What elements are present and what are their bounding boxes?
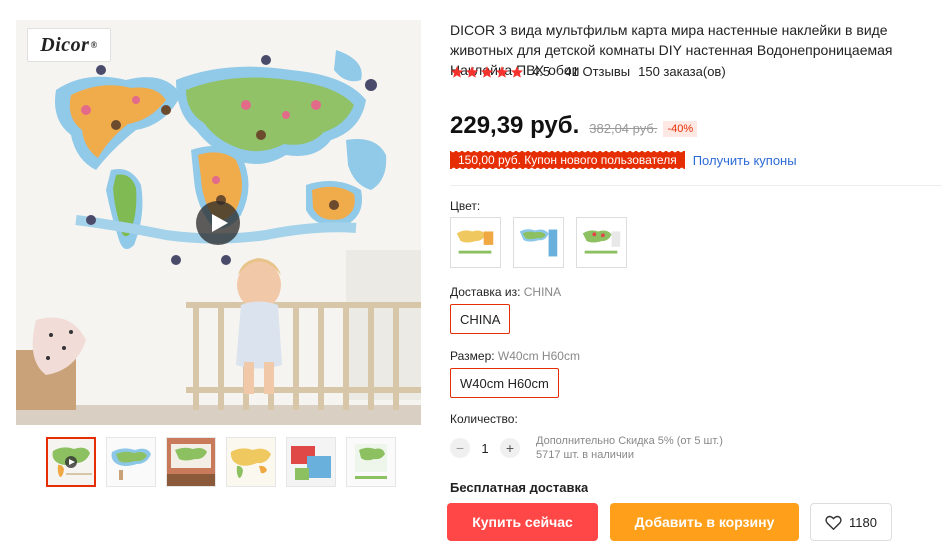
free-shipping-text: Бесплатная доставка [450,480,589,494]
play-icon [212,214,228,232]
star-icon [465,65,479,78]
rating-row: 4.5 · 41 Отзывы 150 заказа(ов) [450,64,726,79]
ship-from-label: Доставка из: CHINA [450,285,561,299]
quantity-decrease-button[interactable]: − [450,438,470,458]
thumbnail-6[interactable] [346,437,396,487]
quantity-value[interactable]: 1 [470,441,500,456]
stock-count: 5717 шт. в наличии [536,449,634,461]
size-option-w40-h60[interactable]: W40cm H60cm [450,368,559,398]
reviews-link[interactable]: 41 Отзывы [564,64,630,79]
add-to-cart-button[interactable]: Добавить в корзину [610,503,799,541]
wishlist-button[interactable]: 1180 [810,503,892,541]
wishlist-count: 1180 [849,514,877,530]
buy-now-button[interactable]: Купить сейчас [447,503,598,541]
brand-logo-text: Dicor [40,33,90,56]
rating-dot: · [555,64,560,79]
orders-count: 150 заказа(ов) [638,64,726,79]
bulk-discount-note: Дополнительно Скидка 5% (от 5 шт.) [536,435,723,447]
quantity-stepper: − 1 + Дополнительно Скидка 5% (от 5 шт.)… [450,434,723,462]
ship-from-option-china[interactable]: CHINA [450,304,511,334]
price-row: 229,39 руб. 382,04 руб. -40% [450,112,698,140]
heart-icon [825,515,842,530]
color-options [450,217,627,268]
play-video-button[interactable] [196,201,240,245]
thumbnail-5[interactable] [286,437,336,487]
star-icon [495,65,509,78]
get-coupons-link[interactable]: Получить купоны [693,153,797,168]
thumbnail-3[interactable] [166,437,216,487]
star-icon [480,65,494,78]
color-option-2[interactable] [513,217,564,268]
old-price: 382,04 руб. [589,121,658,136]
quantity-label: Количество: [450,412,518,426]
current-price: 229,39 руб. [450,112,580,139]
rating-value: 4.5 [532,64,551,79]
registered-mark: ® [90,40,98,50]
thumbnail-1[interactable] [46,437,96,487]
divider [450,185,942,186]
color-option-1[interactable] [450,217,501,268]
color-label: Цвет: [450,199,481,213]
star-icon [450,65,464,78]
quantity-increase-button[interactable]: + [500,438,520,458]
quantity-note: Дополнительно Скидка 5% (от 5 шт.) 5717 … [536,434,723,462]
thumbnail-4[interactable] [226,437,276,487]
star-rating [450,65,524,79]
color-option-3[interactable] [576,217,627,268]
thumbnail-2[interactable] [106,437,156,487]
discount-badge: -40% [663,121,698,137]
size-value: W40cm H60cm [497,349,580,363]
brand-logo: Dicor ® [27,28,111,62]
coupon-row: 150,00 руб. Купон нового пользователя По… [450,150,797,169]
thumbnail-strip [46,437,396,487]
ship-from-label-text: Доставка из: [450,285,521,299]
size-label: Размер: W40cm H60cm [450,349,580,363]
ship-from-value: CHINA [523,285,562,299]
size-label-text: Размер: [450,349,495,363]
star-icon [510,65,524,78]
new-user-coupon: 150,00 руб. Купон нового пользователя [450,150,685,169]
